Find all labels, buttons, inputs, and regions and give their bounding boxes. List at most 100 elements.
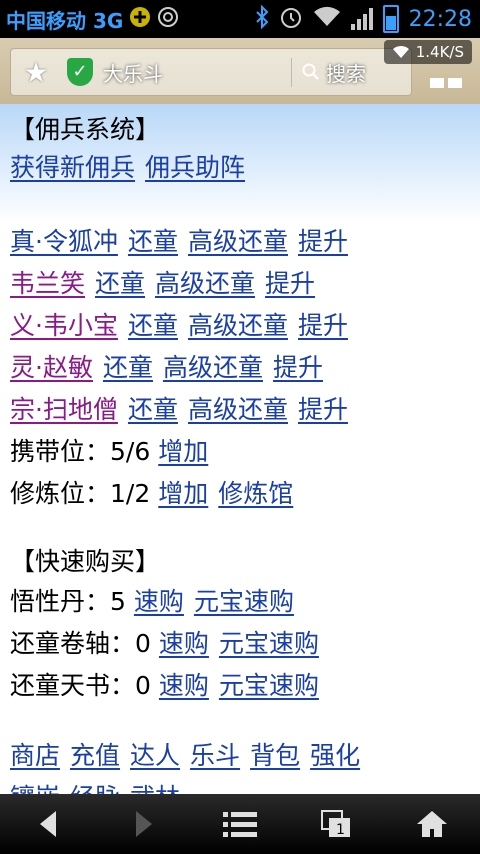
wifi-small-icon — [392, 45, 409, 58]
menu-list-icon — [223, 812, 257, 837]
quick-buy-link[interactable]: 速购 — [134, 587, 184, 616]
bookmark-star-icon[interactable]: ★ — [11, 56, 61, 89]
svg-text:1: 1 — [336, 822, 345, 838]
upgrade-link[interactable]: 提升 — [265, 269, 315, 298]
speed-value: 1.4K/S — [415, 43, 464, 61]
upgrade-link[interactable]: 提升 — [298, 311, 348, 340]
advanced-rejuvenate-link[interactable]: 高级还童 — [188, 395, 288, 424]
advanced-rejuvenate-link[interactable]: 高级还童 — [163, 353, 263, 382]
game-controller-icon — [129, 6, 151, 32]
mercenary-row: 宗·扫地僧 还童 高级还童 提升 — [10, 390, 358, 426]
carry-slots-row: 携带位：5/6 增加 — [10, 432, 218, 468]
status-bar: 中国移动 3G 22:28 — [0, 0, 480, 38]
mercenary-name-link[interactable]: 灵·赵敏 — [10, 353, 93, 382]
quick-buy-link[interactable]: 速购 — [159, 629, 209, 658]
enhance-link[interactable]: 强化 — [310, 741, 360, 770]
mercenary-row: 韦兰笑 还童 高级还童 提升 — [10, 264, 325, 300]
wifi-icon — [313, 6, 341, 32]
carry-slots-label: 携带位： — [10, 437, 111, 466]
carrier-label: 中国移动 3G — [6, 8, 124, 33]
ledou-link[interactable]: 乐斗 — [190, 741, 240, 770]
home-icon — [417, 811, 447, 837]
status-right: 22:28 — [255, 0, 472, 38]
mercenary-row: 义·韦小宝 还童 高级还童 提升 — [10, 306, 358, 342]
rejuvenate-link[interactable]: 还童 — [128, 227, 178, 256]
wulin-link[interactable]: 武林 — [130, 783, 180, 794]
quick-buy-row: 还童天书：0 速购 元宝速购 — [10, 666, 329, 702]
security-shield-icon: ✓ — [67, 58, 93, 86]
menu-grid-button[interactable] — [426, 68, 466, 98]
bluetooth-icon — [255, 4, 269, 33]
tabs-button[interactable]: 1 — [306, 799, 366, 849]
training-hall-link[interactable]: 修炼馆 — [218, 479, 293, 508]
meridian-link[interactable]: 经脉 — [70, 783, 120, 794]
mercenary-name-link[interactable]: 韦兰笑 — [10, 269, 85, 298]
item-count: 0 — [135, 629, 151, 658]
rejuvenate-link[interactable]: 还童 — [128, 395, 178, 424]
target-icon — [157, 6, 179, 32]
add-train-slot-link[interactable]: 增加 — [158, 479, 208, 508]
master-link[interactable]: 达人 — [130, 741, 180, 770]
recharge-link[interactable]: 充值 — [70, 741, 120, 770]
forward-button[interactable] — [114, 799, 174, 849]
battery-icon — [382, 5, 399, 33]
signal-icon — [350, 8, 373, 30]
quick-buy-row: 悟性丹：5 速购 元宝速购 — [10, 582, 304, 618]
browser-bottom-nav: 1 — [0, 794, 480, 854]
footer-links-2: 镶嵌经脉武林 — [10, 778, 190, 794]
advanced-rejuvenate-link[interactable]: 高级还童 — [188, 311, 288, 340]
item-count: 5 — [110, 587, 126, 616]
back-arrow-icon — [40, 811, 56, 837]
item-label: 还童卷轴： — [10, 629, 136, 658]
upgrade-link[interactable]: 提升 — [298, 227, 348, 256]
add-carry-slot-link[interactable]: 增加 — [158, 437, 208, 466]
train-slots-row: 修炼位：1/2 增加 修炼馆 — [10, 474, 303, 510]
back-button[interactable] — [18, 799, 78, 849]
item-label: 悟性丹： — [10, 587, 111, 616]
menu-button[interactable] — [210, 799, 270, 849]
train-slots-label: 修炼位： — [10, 479, 111, 508]
address-bar[interactable]: ★ ✓ 大乐斗 搜索 — [10, 48, 412, 96]
mercenary-row: 灵·赵敏 还童 高级还童 提升 — [10, 348, 333, 384]
mercenary-name-link[interactable]: 宗·扫地僧 — [10, 395, 118, 424]
mercenary-name-link[interactable]: 真·令狐冲 — [10, 227, 118, 256]
ingot-quick-buy-link[interactable]: 元宝速购 — [219, 671, 319, 700]
rejuvenate-link[interactable]: 还童 — [95, 269, 145, 298]
page-content: 【佣兵系统】 获得新佣兵 佣兵助阵 真·令狐冲 还童 高级还童 提升 韦兰笑 还童 高级还童… — [0, 104, 480, 794]
carry-slots-value: 5/6 — [110, 437, 151, 466]
shop-link[interactable]: 商店 — [10, 741, 60, 770]
browser-toolbar: ★ ✓ 大乐斗 搜索 1.4K/S — [0, 38, 480, 104]
home-button[interactable] — [402, 799, 462, 849]
rejuvenate-link[interactable]: 还童 — [103, 353, 153, 382]
upgrade-link[interactable]: 提升 — [298, 395, 348, 424]
advanced-rejuvenate-link[interactable]: 高级还童 — [188, 227, 288, 256]
ingot-quick-buy-link[interactable]: 元宝速购 — [194, 587, 294, 616]
get-new-mercenary-link[interactable]: 获得新佣兵 — [10, 153, 135, 182]
footer-links: 商店 充值 达人 乐斗 背包 强化 — [10, 736, 370, 772]
rejuvenate-link[interactable]: 还童 — [128, 311, 178, 340]
quick-buy-link[interactable]: 速购 — [159, 671, 209, 700]
quick-buy-row: 还童卷轴：0 速购 元宝速购 — [10, 624, 329, 660]
ingot-quick-buy-link[interactable]: 元宝速购 — [219, 629, 319, 658]
mercenary-row: 真·令狐冲 还童 高级还童 提升 — [10, 222, 358, 258]
search-button[interactable]: 搜索 — [291, 57, 366, 87]
tabs-icon: 1 — [321, 810, 350, 838]
item-label: 还童天书： — [10, 671, 136, 700]
mercenary-links: 获得新佣兵 佣兵助阵 — [10, 148, 255, 184]
network-speed-badge: 1.4K/S — [383, 40, 472, 64]
clock: 22:28 — [408, 6, 472, 32]
mercenary-assist-link[interactable]: 佣兵助阵 — [145, 153, 245, 182]
page-title[interactable]: 大乐斗 — [103, 58, 273, 87]
mercenary-name-link[interactable]: 义·韦小宝 — [10, 311, 118, 340]
upgrade-link[interactable]: 提升 — [273, 353, 323, 382]
train-slots-value: 1/2 — [110, 479, 151, 508]
item-count: 0 — [135, 671, 151, 700]
mercenary-header: 【佣兵系统】 — [10, 115, 161, 144]
search-label: 搜索 — [326, 61, 366, 86]
alarm-icon — [279, 5, 303, 33]
forward-arrow-icon — [136, 811, 152, 837]
backpack-link[interactable]: 背包 — [250, 741, 300, 770]
advanced-rejuvenate-link[interactable]: 高级还童 — [155, 269, 255, 298]
inlay-link[interactable]: 镶嵌 — [10, 783, 60, 794]
quick-buy-header: 【快速购买】 — [10, 547, 161, 576]
